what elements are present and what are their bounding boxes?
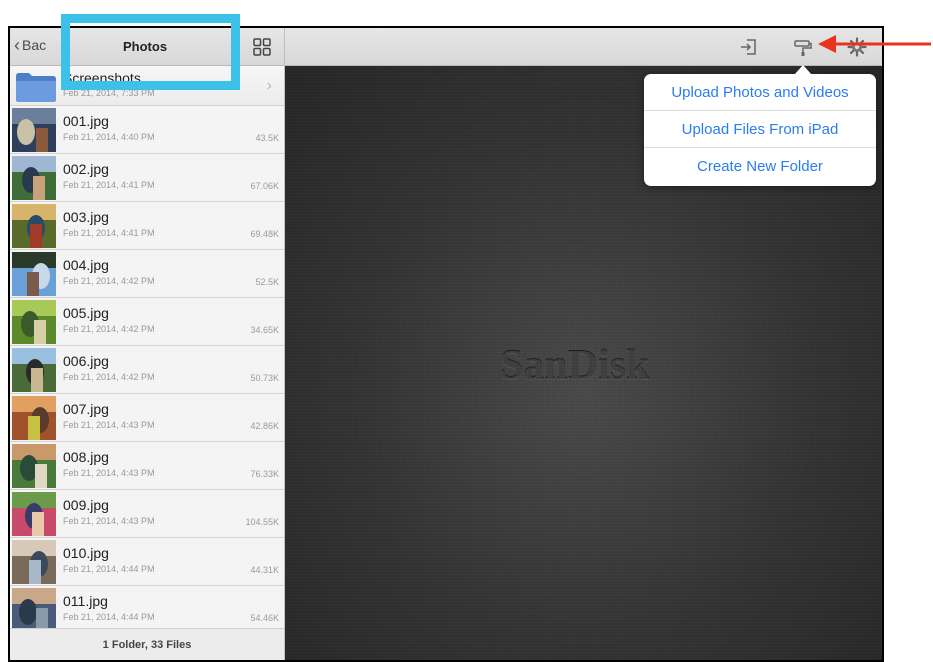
file-name: 009.jpg	[63, 497, 109, 513]
chevron-left-icon: ‹	[14, 35, 20, 55]
brand-watermark: SanDisk	[500, 343, 650, 389]
import-icon[interactable]	[738, 36, 760, 58]
back-label: Bac	[22, 37, 47, 53]
file-row[interactable]: 005.jpg Feb 21, 2014, 4:42 PM 34.65K	[10, 298, 284, 346]
file-size: 44.31K	[250, 565, 279, 575]
paint-roller-icon[interactable]	[792, 36, 814, 58]
file-date: Feb 21, 2014, 4:44 PM	[63, 612, 155, 622]
toolbar-divider	[284, 28, 285, 66]
upload-photos-videos-item[interactable]: Upload Photos and Videos	[644, 74, 876, 111]
file-name: 011.jpg	[63, 593, 108, 609]
list-summary: 1 Folder, 33 Files	[10, 628, 284, 660]
app-window: ‹ Bac Photos Screenshots Feb 21, 2014, 7…	[8, 26, 884, 662]
chevron-right-icon: ›	[266, 77, 272, 94]
file-size: 34.65K	[250, 325, 279, 335]
file-row[interactable]: 009.jpg Feb 21, 2014, 4:43 PM 104.55K	[10, 490, 284, 538]
photo-thumbnail	[12, 444, 56, 488]
file-row[interactable]: 004.jpg Feb 21, 2014, 4:42 PM 52.5K	[10, 250, 284, 298]
file-list-sidebar: Screenshots Feb 21, 2014, 7:33 PM › 001.…	[10, 66, 285, 660]
arrow-pointer-annotation	[818, 35, 931, 53]
file-size: 67.06K	[250, 181, 279, 191]
file-date: Feb 21, 2014, 4:44 PM	[63, 564, 155, 574]
file-name: 002.jpg	[63, 161, 109, 177]
photo-thumbnail	[12, 204, 56, 248]
file-row[interactable]: 008.jpg Feb 21, 2014, 4:43 PM 76.33K	[10, 442, 284, 490]
popover-arrow	[794, 65, 812, 75]
file-row[interactable]: 002.jpg Feb 21, 2014, 4:41 PM 67.06K	[10, 154, 284, 202]
photo-thumbnail	[12, 108, 56, 152]
photo-thumbnail	[12, 396, 56, 440]
photo-thumbnail	[12, 348, 56, 392]
file-name: 010.jpg	[63, 545, 109, 561]
file-name: 006.jpg	[63, 353, 109, 369]
file-name: 007.jpg	[63, 401, 109, 417]
file-name: 003.jpg	[63, 209, 109, 225]
file-date: Feb 21, 2014, 4:41 PM	[63, 180, 155, 190]
back-button[interactable]: ‹ Bac	[14, 36, 46, 54]
file-row[interactable]: 003.jpg Feb 21, 2014, 4:41 PM 69.48K	[10, 202, 284, 250]
file-name: 005.jpg	[63, 305, 109, 321]
create-folder-item[interactable]: Create New Folder	[644, 148, 876, 185]
file-date: Feb 21, 2014, 4:42 PM	[63, 276, 155, 286]
file-row[interactable]: 011.jpg Feb 21, 2014, 4:44 PM 54.46K	[10, 586, 284, 634]
file-row[interactable]: 001.jpg Feb 21, 2014, 4:40 PM 43.5K	[10, 106, 284, 154]
photo-thumbnail	[12, 492, 56, 536]
file-row[interactable]: 010.jpg Feb 21, 2014, 4:44 PM 44.31K	[10, 538, 284, 586]
file-size: 42.86K	[250, 421, 279, 431]
folder-icon	[16, 73, 56, 102]
file-size: 52.5K	[255, 277, 279, 287]
file-size: 50.73K	[250, 373, 279, 383]
photo-thumbnail	[12, 540, 56, 584]
file-date: Feb 21, 2014, 4:43 PM	[63, 468, 155, 478]
photo-thumbnail	[12, 300, 56, 344]
file-name: 001.jpg	[63, 113, 109, 129]
file-size: 104.55K	[245, 517, 279, 527]
highlight-box-annotation	[61, 14, 240, 90]
file-size: 76.33K	[250, 469, 279, 479]
photo-thumbnail	[12, 156, 56, 200]
file-date: Feb 21, 2014, 4:42 PM	[63, 324, 155, 334]
photo-thumbnail	[12, 588, 56, 632]
file-size: 69.48K	[250, 229, 279, 239]
photo-thumbnail	[12, 252, 56, 296]
file-name: 008.jpg	[63, 449, 109, 465]
file-row[interactable]: 007.jpg Feb 21, 2014, 4:43 PM 42.86K	[10, 394, 284, 442]
file-row[interactable]: 006.jpg Feb 21, 2014, 4:42 PM 50.73K	[10, 346, 284, 394]
upload-popover: Upload Photos and Videos Upload Files Fr…	[644, 65, 876, 186]
file-date: Feb 21, 2014, 4:40 PM	[63, 132, 155, 142]
file-name: 004.jpg	[63, 257, 109, 273]
grid-icon[interactable]	[253, 38, 271, 56]
file-date: Feb 21, 2014, 4:41 PM	[63, 228, 155, 238]
file-size: 43.5K	[255, 133, 279, 143]
upload-files-ipad-item[interactable]: Upload Files From iPad	[644, 111, 876, 148]
file-date: Feb 21, 2014, 4:43 PM	[63, 516, 155, 526]
file-date: Feb 21, 2014, 4:42 PM	[63, 372, 155, 382]
file-size: 54.46K	[250, 613, 279, 623]
file-date: Feb 21, 2014, 4:43 PM	[63, 420, 155, 430]
